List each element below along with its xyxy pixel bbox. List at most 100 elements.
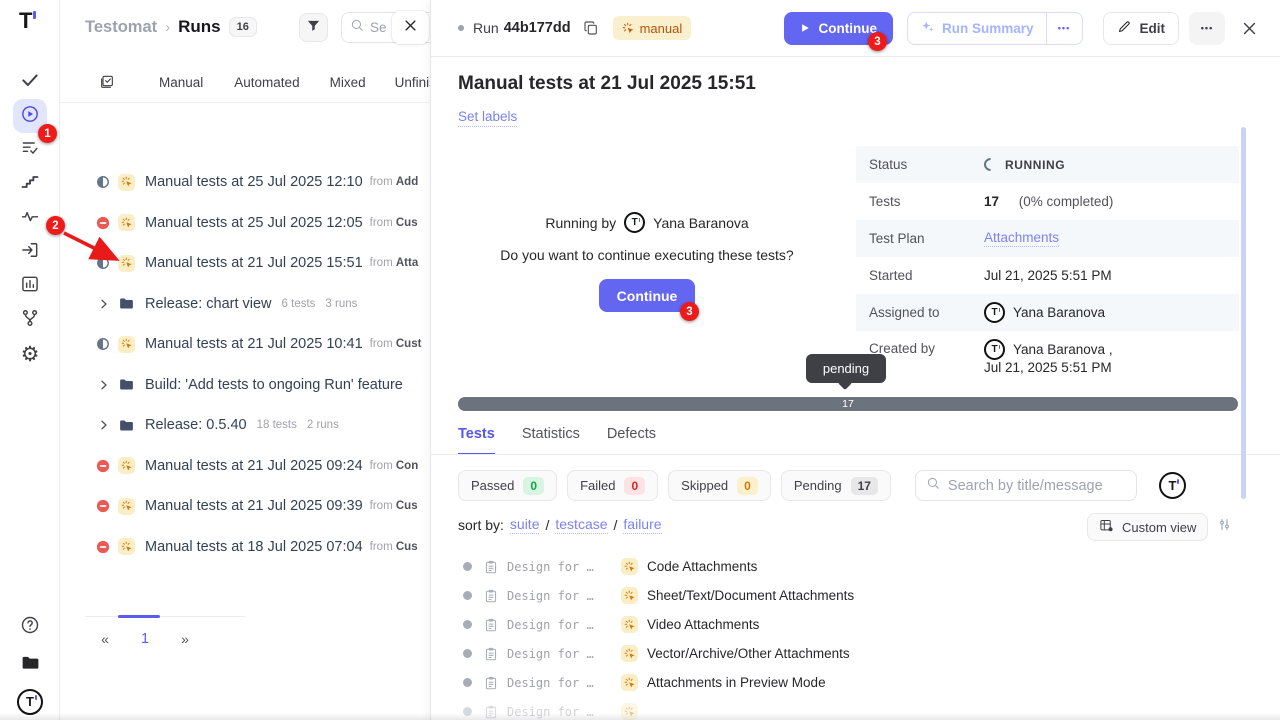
run-list-item[interactable]: Manual tests at 18 Jul 2025 07:04 from C… xyxy=(60,527,430,568)
folder-runs-count: 2 runs xyxy=(307,419,339,431)
clear-search-button[interactable] xyxy=(392,11,429,44)
manual-test-icon xyxy=(621,645,638,662)
sort-controls: sort by: suite / testcase / failure xyxy=(458,516,662,534)
folder-icon xyxy=(118,295,135,312)
rail-item-steps[interactable] xyxy=(0,167,60,201)
set-labels-link[interactable]: Set labels xyxy=(458,109,517,127)
rail-item-settings[interactable]: ⚙ xyxy=(0,337,60,371)
close-icon xyxy=(403,18,418,38)
pagination-divider xyxy=(85,616,245,617)
manual-test-icon xyxy=(621,558,638,575)
tests-search-input[interactable] xyxy=(948,478,1126,494)
test-list-item[interactable]: Design for … Video Attachments xyxy=(458,610,1254,639)
run-list-item[interactable]: Manual tests at 21 Jul 2025 09:39 from C… xyxy=(60,486,430,527)
tab-statistics[interactable]: Statistics xyxy=(522,426,580,455)
folder-list-item[interactable]: Build: 'Add tests to ongoing Run' featur… xyxy=(60,365,430,406)
folder-icon xyxy=(118,376,135,393)
pagination-first-button[interactable]: « xyxy=(85,631,125,647)
tabs-divider xyxy=(431,454,1280,455)
folder-list-item[interactable]: Release: chart view 6 tests 3 runs xyxy=(60,284,430,325)
suite-prefix: Design for … xyxy=(507,647,611,661)
filter-passed[interactable]: Passed 0 xyxy=(458,470,557,501)
filter-skipped[interactable]: Skipped 0 xyxy=(668,470,771,501)
test-list-item[interactable]: Design for … Vector/Archive/Other Attach… xyxy=(458,639,1254,668)
rail-item-help[interactable] xyxy=(0,609,60,646)
play-icon xyxy=(800,21,810,36)
suite-prefix: Design for … xyxy=(507,560,611,574)
folder-name: Build: 'Add tests to ongoing Run' featur… xyxy=(145,377,403,393)
pagination-page-1[interactable]: 1 xyxy=(125,631,165,647)
sort-testcase-link[interactable]: testcase xyxy=(555,516,607,534)
copy-run-id-button[interactable] xyxy=(583,20,599,36)
tests-search[interactable] xyxy=(915,470,1137,501)
chevron-right-icon[interactable] xyxy=(98,419,110,431)
test-list-item[interactable]: Design for … Sheet/Text/Document Attachm… xyxy=(458,581,1254,610)
app-logo[interactable]: T xyxy=(19,10,32,33)
search-icon xyxy=(350,18,364,37)
run-progress-bar[interactable]: 17 xyxy=(458,397,1238,411)
test-list-item[interactable]: Design for … Code Attachments xyxy=(458,552,1254,581)
run-list-item[interactable]: Manual tests at 21 Jul 2025 10:41 from C… xyxy=(60,324,430,365)
close-panel-button[interactable] xyxy=(1241,20,1258,37)
manual-test-icon xyxy=(621,587,638,604)
tab-manual[interactable]: Manual xyxy=(159,75,203,90)
sort-failure-link[interactable]: failure xyxy=(623,516,661,534)
run-label: Run xyxy=(473,20,499,36)
rail-item-account[interactable]: T xyxy=(0,683,60,720)
runs-view-tabs: Manual Automated Mixed Unfinished xyxy=(60,62,430,103)
tab-mixed[interactable]: Mixed xyxy=(330,75,366,90)
tab-defects[interactable]: Defects xyxy=(607,426,656,455)
test-plan-link[interactable]: Attachments xyxy=(984,230,1059,247)
view-options-icon[interactable] xyxy=(1217,517,1232,532)
filter-button[interactable] xyxy=(299,13,328,42)
sparkles-icon xyxy=(920,19,935,37)
tab-tests[interactable]: Tests xyxy=(458,426,495,455)
search-icon xyxy=(926,476,940,495)
running-spinner-icon xyxy=(981,155,999,173)
assignee-logo-icon[interactable]: T xyxy=(1159,472,1186,499)
breadcrumb-separator: › xyxy=(165,19,170,36)
account-logo-icon: T xyxy=(17,689,43,715)
clipboard-icon xyxy=(484,647,498,661)
annotation-step-3-header: 3 xyxy=(868,32,887,51)
avatar: T xyxy=(984,339,1005,360)
rail-item-branches[interactable] xyxy=(0,303,60,337)
run-summary-more-button[interactable]: ••• xyxy=(1046,13,1082,44)
manual-test-icon xyxy=(621,674,638,691)
info-row-started: Started Jul 21, 2025 5:51 PM xyxy=(856,257,1239,294)
rail-item-import[interactable] xyxy=(0,235,60,269)
run-status-partial-icon xyxy=(96,337,110,351)
filter-pending[interactable]: Pending 17 xyxy=(781,470,891,501)
failed-count-badge: 0 xyxy=(624,477,645,495)
run-list-item[interactable]: Manual tests at 25 Jul 2025 12:10 from A… xyxy=(60,162,430,203)
progress-count: 17 xyxy=(842,398,854,410)
run-title: Manual tests at 25 Jul 2025 12:05 xyxy=(145,215,363,231)
suite-prefix: Design for … xyxy=(507,705,611,719)
panel-scrollbar[interactable] xyxy=(1241,127,1246,499)
manual-run-icon xyxy=(118,498,135,515)
edit-run-button[interactable]: Edit xyxy=(1103,12,1180,45)
breadcrumb-app[interactable]: Testomat xyxy=(85,18,157,37)
run-source: from Con xyxy=(370,460,419,472)
sort-suite-link[interactable]: suite xyxy=(510,516,540,534)
folder-list-item[interactable]: Release: 0.5.40 18 tests 2 runs xyxy=(60,405,430,446)
chevron-right-icon[interactable] xyxy=(98,379,110,391)
rail-item-reports[interactable] xyxy=(0,269,60,303)
test-list-item[interactable]: Design for … xyxy=(458,697,1254,720)
run-status-blocked-icon xyxy=(96,499,110,513)
custom-view-button[interactable]: Custom view xyxy=(1087,513,1208,541)
test-title: Video Attachments xyxy=(647,617,759,632)
run-summary-button[interactable]: Run Summary xyxy=(908,13,1046,44)
run-list-item[interactable]: Manual tests at 21 Jul 2025 09:24 from C… xyxy=(60,446,430,487)
rail-item-tests[interactable] xyxy=(0,65,60,99)
select-runs-icon[interactable] xyxy=(99,74,115,90)
tab-automated[interactable]: Automated xyxy=(234,75,299,90)
run-more-actions-button[interactable]: ••• xyxy=(1189,12,1225,45)
test-list-item[interactable]: Design for … Attachments in Preview Mode xyxy=(458,668,1254,697)
chevron-right-icon[interactable] xyxy=(98,298,110,310)
pagination-last-button[interactable]: » xyxy=(165,631,205,647)
manual-cursor-icon xyxy=(622,22,635,35)
filter-failed[interactable]: Failed 0 xyxy=(567,470,658,501)
activity-icon xyxy=(20,206,40,231)
rail-item-projects[interactable] xyxy=(0,646,60,683)
